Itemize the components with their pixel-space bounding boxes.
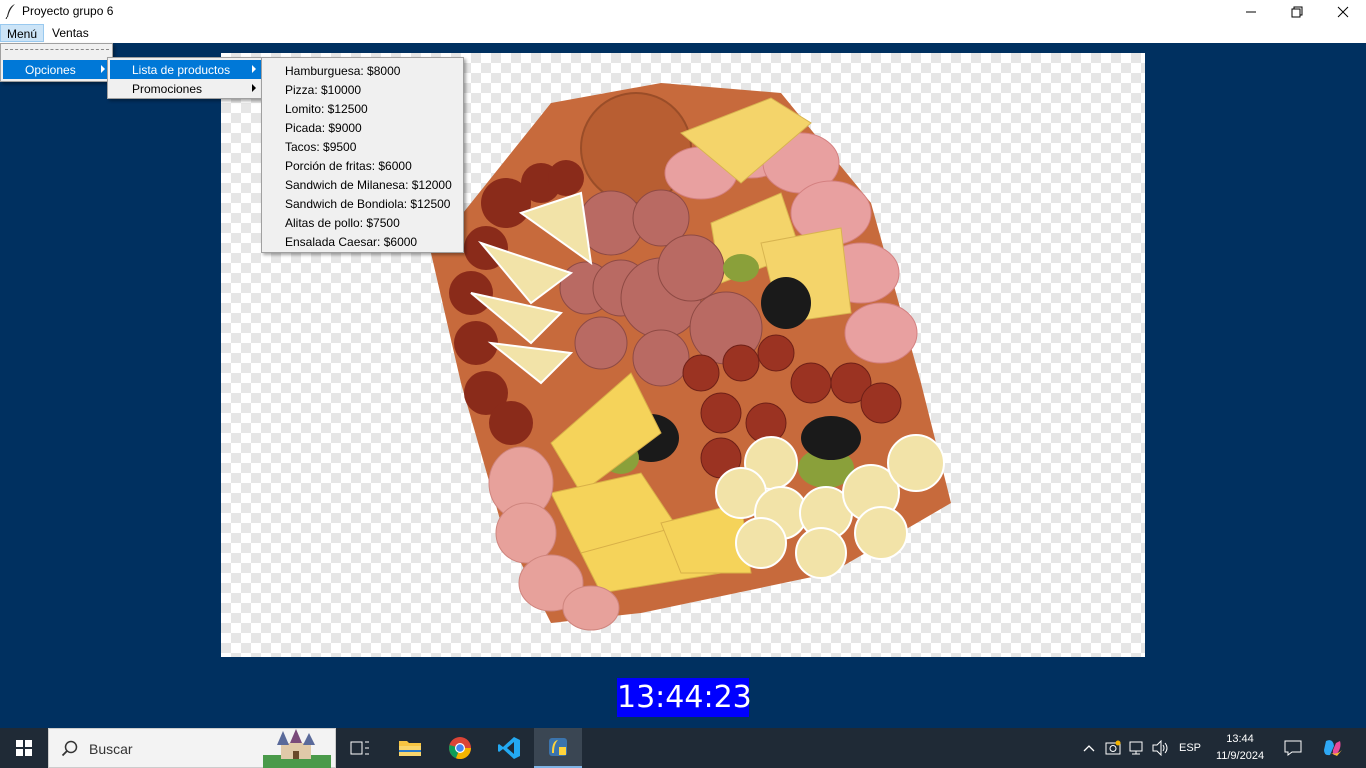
- close-icon: [1337, 6, 1349, 18]
- python-feather-icon: [549, 738, 567, 756]
- search-icon: [61, 740, 78, 757]
- menu-item-opciones-label: Opciones: [25, 63, 76, 77]
- submenu-arrow-icon: [252, 84, 256, 92]
- network-icon: [1129, 741, 1143, 755]
- close-button[interactable]: [1320, 0, 1366, 24]
- submenu-arrow-icon: [101, 65, 105, 73]
- product-item[interactable]: Porción de fritas: $6000: [285, 159, 412, 173]
- copilot-icon: [1324, 740, 1342, 756]
- product-item[interactable]: Ensalada Caesar: $6000: [285, 235, 417, 249]
- castle-illustration-icon: [263, 729, 331, 768]
- tray-time: 13:44: [1226, 733, 1254, 745]
- search-box[interactable]: Buscar: [48, 728, 336, 768]
- product-item[interactable]: Picada: $9000: [285, 121, 362, 135]
- product-item[interactable]: Tacos: $9500: [285, 140, 356, 154]
- submenu-item-label: Lista de productos: [132, 63, 231, 77]
- tray-date: 11/9/2024: [1215, 750, 1265, 762]
- update-icon: [1105, 740, 1121, 755]
- vscode-button[interactable]: [485, 728, 533, 768]
- notifications-button[interactable]: [1280, 728, 1306, 768]
- task-view-button[interactable]: [336, 728, 384, 768]
- product-item[interactable]: Alitas de pollo: $7500: [285, 216, 400, 230]
- submenu-item-label: Promociones: [132, 82, 203, 96]
- restore-button[interactable]: [1274, 0, 1320, 24]
- productos-submenu: Hamburguesa: $8000 Pizza: $10000 Lomito:…: [261, 57, 464, 253]
- product-item[interactable]: Lomito: $12500: [285, 102, 368, 116]
- chrome-button[interactable]: [436, 728, 484, 768]
- copilot-button[interactable]: [1318, 728, 1348, 768]
- folder-icon: [399, 741, 421, 756]
- menu-dropdown: Opciones: [0, 43, 113, 82]
- window-title: Proyecto grupo 6: [22, 4, 114, 18]
- language-label: ESP: [1178, 742, 1201, 754]
- chrome-icon: [449, 737, 472, 760]
- file-explorer-button[interactable]: [386, 728, 434, 768]
- chevron-up-icon: [1083, 745, 1095, 752]
- network-tray-button[interactable]: [1126, 728, 1148, 768]
- tray-clock[interactable]: 13:44 11/9/2024: [1206, 731, 1274, 765]
- show-hidden-icons-button[interactable]: [1080, 728, 1098, 768]
- vscode-icon: [498, 737, 520, 759]
- clock-label: 13:44:23: [617, 678, 752, 717]
- task-view-icon: [350, 741, 369, 755]
- title-bar: Proyecto grupo 6: [0, 0, 1366, 24]
- submenu-arrow-icon: [252, 65, 256, 73]
- minimize-icon: [1246, 11, 1256, 13]
- opciones-submenu: Lista de productos Promociones: [107, 57, 264, 99]
- submenu-item-promociones[interactable]: Promociones: [110, 79, 261, 98]
- menu-menu[interactable]: Menú: [0, 24, 45, 42]
- windows-logo-icon: [16, 740, 32, 756]
- product-item[interactable]: Hamburguesa: $8000: [285, 64, 400, 78]
- submenu-item-lista-productos[interactable]: Lista de productos: [110, 60, 261, 79]
- product-item[interactable]: Sandwich de Bondiola: $12500: [285, 197, 450, 211]
- menu-ventas[interactable]: Ventas: [46, 24, 95, 42]
- search-placeholder: Buscar: [89, 741, 133, 757]
- restore-icon: [1291, 6, 1303, 18]
- feather-icon: [5, 4, 15, 19]
- language-tray-button[interactable]: ESP: [1174, 728, 1206, 768]
- product-item[interactable]: Pizza: $10000: [285, 83, 361, 97]
- volume-tray-button[interactable]: [1150, 728, 1172, 768]
- python-app-button[interactable]: [534, 728, 582, 768]
- update-tray-button[interactable]: [1102, 728, 1124, 768]
- start-button[interactable]: [0, 728, 48, 768]
- notification-icon: [1284, 740, 1302, 756]
- menu-item-opciones[interactable]: Opciones: [3, 60, 110, 79]
- minimize-button[interactable]: [1228, 0, 1274, 24]
- taskbar: Buscar ESP 13:44 11/9/2024: [0, 728, 1366, 768]
- product-item[interactable]: Sandwich de Milanesa: $12000: [285, 178, 452, 192]
- speaker-icon: [1152, 740, 1168, 756]
- tearoff-line[interactable]: [5, 49, 109, 50]
- menu-bar: Menú Ventas: [0, 24, 1366, 43]
